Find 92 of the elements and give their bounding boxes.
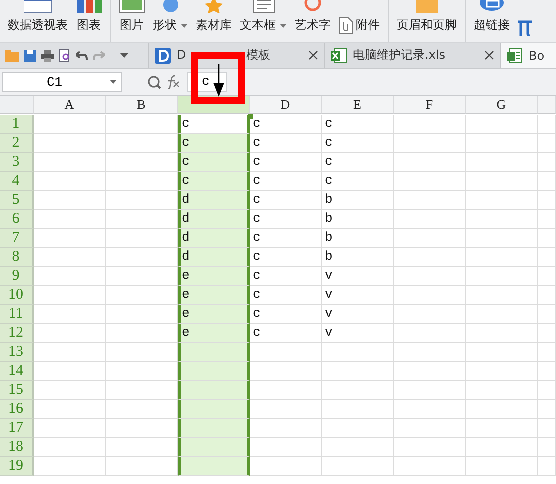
table-icon (24, 0, 52, 13)
text-box-icon (252, 0, 274, 13)
redo-icon[interactable] (93, 50, 105, 60)
ribbon-button[interactable]: 数据透视表 (8, 17, 68, 34)
spreadsheet-icon (331, 48, 347, 64)
table-cell[interactable]: v (322, 324, 394, 343)
table-cell[interactable]: c (250, 267, 322, 286)
table-cell[interactable]: e (178, 267, 250, 286)
ribbon-button[interactable]: 文本框 (240, 17, 287, 34)
column-header[interactable]: E (322, 96, 394, 114)
page-icon (416, 0, 438, 13)
table-cell[interactable]: e (178, 305, 250, 324)
ribbon-button[interactable]: 超链接 (474, 17, 510, 34)
table-cell[interactable]: e (178, 286, 250, 305)
table-cell[interactable] (178, 362, 250, 381)
ribbon-button[interactable]: 页眉和页脚 (397, 17, 457, 34)
pi-icon[interactable] (518, 20, 532, 36)
table-cell[interactable]: d (178, 229, 250, 248)
table-cell[interactable]: c (250, 115, 322, 134)
table-cell[interactable] (178, 419, 250, 438)
ribbon-button[interactable]: 形状 (153, 17, 188, 34)
table-cell[interactable]: c (250, 134, 322, 153)
image-icon (119, 0, 145, 13)
table-cell[interactable]: c (250, 305, 322, 324)
document-icon (507, 48, 523, 64)
table-cell[interactable]: c (250, 248, 322, 267)
table-cell[interactable]: b (322, 210, 394, 229)
column-header[interactable] (538, 96, 556, 114)
table-cell[interactable] (178, 343, 250, 362)
ribbon-button[interactable]: 图片 (120, 17, 144, 34)
star-icon (205, 0, 223, 13)
ribbon-button[interactable]: 艺术字 (295, 17, 331, 34)
table-cell[interactable]: d (178, 248, 250, 267)
close-icon[interactable] (485, 51, 494, 60)
table-cell[interactable]: c (322, 134, 394, 153)
table-cell[interactable]: c (178, 153, 250, 172)
tab[interactable]: Bo (500, 43, 556, 68)
table-cell[interactable]: v (322, 267, 394, 286)
ribbon-button[interactable]: 素材库 (196, 17, 232, 34)
docer-icon (155, 48, 171, 64)
table-cell[interactable]: c (322, 115, 394, 134)
caret-icon (181, 24, 188, 28)
table-cell[interactable]: c (178, 115, 250, 134)
ring-icon (304, 0, 322, 13)
table-cell[interactable]: c (178, 172, 250, 191)
undo-icon[interactable] (76, 50, 88, 60)
ribbon-button[interactable]: 图表 (77, 17, 101, 34)
close-icon[interactable] (309, 51, 318, 60)
table-cell[interactable]: b (322, 248, 394, 267)
zoom-icon[interactable] (148, 76, 161, 88)
table-cell[interactable]: c (250, 210, 322, 229)
table-cell[interactable]: c (178, 134, 250, 153)
table-cell[interactable]: b (322, 191, 394, 210)
table-cell[interactable] (178, 381, 250, 400)
document-clip-icon (339, 17, 353, 34)
folder-icon[interactable] (5, 50, 19, 62)
bar-chart-icon (76, 0, 102, 13)
column-header[interactable]: A (34, 96, 106, 114)
table-cell[interactable] (178, 457, 250, 476)
table-cell[interactable]: c (250, 324, 322, 343)
table-cell[interactable]: c (250, 191, 322, 210)
save-icon[interactable] (24, 50, 36, 62)
table-cell[interactable]: c (250, 229, 322, 248)
table-cell[interactable]: c (250, 172, 322, 191)
dropdown-icon (110, 80, 117, 84)
table-cell[interactable]: v (322, 286, 394, 305)
table-cell[interactable]: c (250, 153, 322, 172)
print-icon[interactable] (41, 50, 54, 62)
name-box[interactable]: C1 (2, 72, 122, 92)
table-cell[interactable]: c (322, 172, 394, 191)
caret-icon (280, 24, 287, 28)
dropdown-icon[interactable] (120, 53, 129, 58)
print-preview-icon[interactable] (59, 49, 71, 62)
table-cell[interactable]: d (178, 210, 250, 229)
attachment-button[interactable]: 附件 (339, 17, 380, 34)
table-cell[interactable]: d (178, 191, 250, 210)
column-header[interactable]: D (250, 96, 322, 114)
function-icon[interactable] (165, 75, 181, 89)
table-cell[interactable]: v (322, 305, 394, 324)
table-cell[interactable] (178, 438, 250, 457)
table-cell[interactable]: c (250, 286, 322, 305)
column-header[interactable]: B (106, 96, 178, 114)
corner-cell[interactable] (0, 96, 34, 114)
table-cell[interactable] (178, 400, 250, 419)
column-header[interactable]: F (394, 96, 466, 114)
table-cell[interactable]: b (322, 229, 394, 248)
fill-handle[interactable] (248, 114, 253, 119)
table-cell[interactable]: c (322, 153, 394, 172)
column-header[interactable]: G (466, 96, 538, 114)
highlight-frame (191, 52, 245, 104)
table-cell[interactable]: e (178, 324, 250, 343)
link-icon (479, 0, 505, 13)
